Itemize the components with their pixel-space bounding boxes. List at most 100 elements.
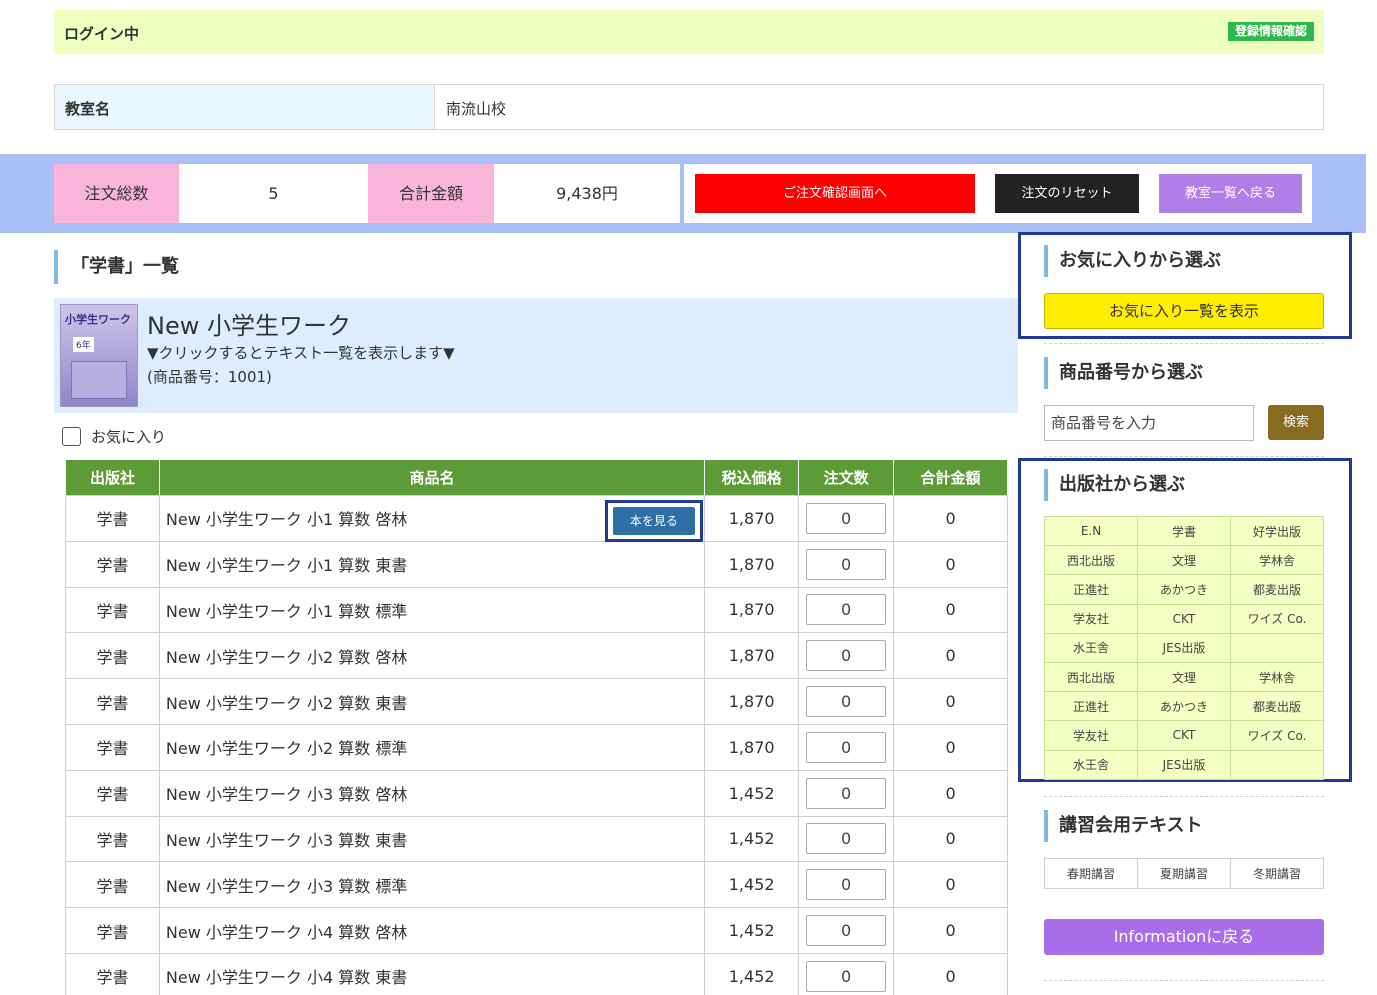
product-header[interactable]: 小学生ワーク 6年 New 小学生ワーク ▼クリックするとテキスト一覧を表示しま… [54,298,1018,413]
quantity-input[interactable]: 0 [806,731,887,763]
login-bar: ログイン中 登録情報確認 [54,10,1324,54]
publisher-link[interactable]: 学友社 [1044,603,1138,634]
row-total: 0 [893,723,1008,771]
lecture-title: 講習会用テキスト [1044,810,1202,842]
row-quantity-cell: 0 [798,678,895,725]
row-price: 1,870 [704,540,800,588]
col-price: 税込価格 [704,459,800,496]
publisher-link[interactable]: 学友社 [1044,720,1138,751]
publisher-link[interactable]: 都麦出版 [1230,574,1324,605]
publisher-link[interactable]: 学林舎 [1230,545,1324,576]
quantity-input[interactable]: 0 [806,686,887,718]
row-price: 1,452 [704,907,800,954]
row-quantity-cell: 0 [798,769,895,817]
show-favorites-button[interactable]: お気に入り一覧を表示 [1044,293,1324,329]
table-row: 学書 New 小学生ワーク 小2 算数 啓林 1,870 0 0 [65,632,1008,680]
order-count-value: 5 [179,164,368,223]
row-total: 0 [893,815,1008,863]
book-cover-grade: 6年 [73,337,94,352]
lecture-link-winter[interactable]: 冬期講習 [1230,858,1324,889]
table-row: 学書 New 小学生ワーク 小2 算数 標準 1,870 0 0 [65,723,1008,771]
quantity-input[interactable]: 0 [806,869,887,901]
row-price: 1,452 [704,952,800,995]
row-product-name: New 小学生ワーク 小4 算数 啓林 [158,907,706,954]
register-info-button[interactable]: 登録情報確認 [1227,22,1314,41]
back-to-classrooms-button[interactable]: 教室一覧へ戻る [1159,174,1302,213]
publisher-link[interactable]: CKT [1137,603,1231,634]
publisher-link[interactable]: 西北出版 [1044,661,1138,693]
quantity-input[interactable]: 0 [806,823,887,855]
lecture-link-summer[interactable]: 夏期講習 [1137,858,1231,889]
row-total: 0 [893,952,1008,995]
row-product-name: New 小学生ワーク 小2 算数 標準 [158,723,706,771]
row-quantity-cell: 0 [798,815,895,863]
quantity-input[interactable]: 0 [806,915,887,947]
publisher-link[interactable]: E.N [1044,515,1138,547]
publisher-link[interactable]: 正進社 [1044,574,1138,605]
row-quantity-cell: 0 [798,723,895,771]
table-row: 学書 New 小学生ワーク 小4 算数 東書 1,452 0 0 [65,952,1008,995]
publisher-link[interactable]: 西北出版 [1044,545,1138,576]
order-confirm-button[interactable]: ご注文確認画面へ [695,174,975,213]
favorite-toggle[interactable]: お気に入り [62,426,166,447]
publisher-link[interactable]: 正進社 [1044,691,1138,722]
publisher-link[interactable]: ワイズ Co. [1230,603,1324,634]
row-price: 1,452 [704,861,800,909]
row-publisher: 学書 [65,952,160,995]
row-quantity-cell: 0 [798,907,895,954]
quantity-input[interactable]: 0 [806,548,887,580]
order-reset-button[interactable]: 注文のリセット [995,174,1139,213]
publisher-link[interactable]: 都麦出版 [1230,691,1324,722]
row-price: 1,870 [704,495,800,542]
quantity-input[interactable]: 0 [806,777,887,809]
row-product-name-text: New 小学生ワーク 小1 算数 啓林 [165,510,408,530]
quantity-input[interactable]: 0 [806,594,887,626]
favorite-checkbox[interactable] [62,427,81,446]
quantity-input[interactable]: 0 [806,502,887,534]
product-name: New 小学生ワーク [147,312,351,340]
publisher-link[interactable]: 好学出版 [1230,515,1324,547]
publisher-link[interactable]: 学書 [1137,515,1231,547]
row-publisher: 学書 [65,540,160,588]
search-button[interactable]: 検索 [1268,405,1324,440]
product-number-input[interactable]: 商品番号を入力 [1044,405,1254,441]
row-price: 1,870 [704,586,800,634]
favorites-title: お気に入りから選ぶ [1044,245,1221,277]
row-quantity-cell: 0 [798,540,895,588]
row-total: 0 [893,907,1008,954]
row-total: 0 [893,540,1008,588]
divider [1044,343,1324,344]
order-total-value: 9,438円 [494,164,680,223]
publisher-link[interactable]: あかつき [1137,691,1231,722]
section-title: 「学書」一覧 [54,250,179,284]
quantity-input[interactable]: 0 [806,960,887,992]
publisher-link[interactable]: あかつき [1137,574,1231,605]
back-to-information-button[interactable]: Informationに戻る [1044,919,1324,955]
table-row: 学書 New 小学生ワーク 小3 算数 標準 1,452 0 0 [65,861,1008,909]
col-quantity: 注文数 [798,459,895,496]
publisher-link[interactable]: 文理 [1137,661,1231,693]
publisher-link[interactable]: JES出版 [1137,749,1231,780]
publisher-link[interactable]: 水王舎 [1044,749,1138,780]
row-product-name: New 小学生ワーク 小1 算数 標準 [158,586,706,634]
table-row: 学書 New 小学生ワーク 小2 算数 東書 1,870 0 0 [65,678,1008,725]
publisher-empty [1230,632,1324,663]
row-price: 1,870 [704,723,800,771]
view-book-button[interactable]: 本を見る [612,507,695,535]
row-publisher: 学書 [65,861,160,909]
favorite-label: お気に入り [91,428,167,446]
lecture-link-spring[interactable]: 春期講習 [1044,858,1138,889]
product-number-title: 商品番号から選ぶ [1044,357,1203,389]
publisher-link[interactable]: ワイズ Co. [1230,720,1324,751]
table-row: 学書 New 小学生ワーク 小3 算数 啓林 1,452 0 0 [65,769,1008,817]
row-total: 0 [893,861,1008,909]
publisher-link[interactable]: 水王舎 [1044,632,1138,663]
publisher-link[interactable]: 学林舎 [1230,661,1324,693]
row-total: 0 [893,495,1008,542]
publisher-link[interactable]: CKT [1137,720,1231,751]
row-product-name: New 小学生ワーク 小1 算数 東書 [158,540,706,588]
row-publisher: 学書 [65,907,160,954]
quantity-input[interactable]: 0 [806,640,887,672]
publisher-link[interactable]: 文理 [1137,545,1231,576]
publisher-link[interactable]: JES出版 [1137,632,1231,663]
